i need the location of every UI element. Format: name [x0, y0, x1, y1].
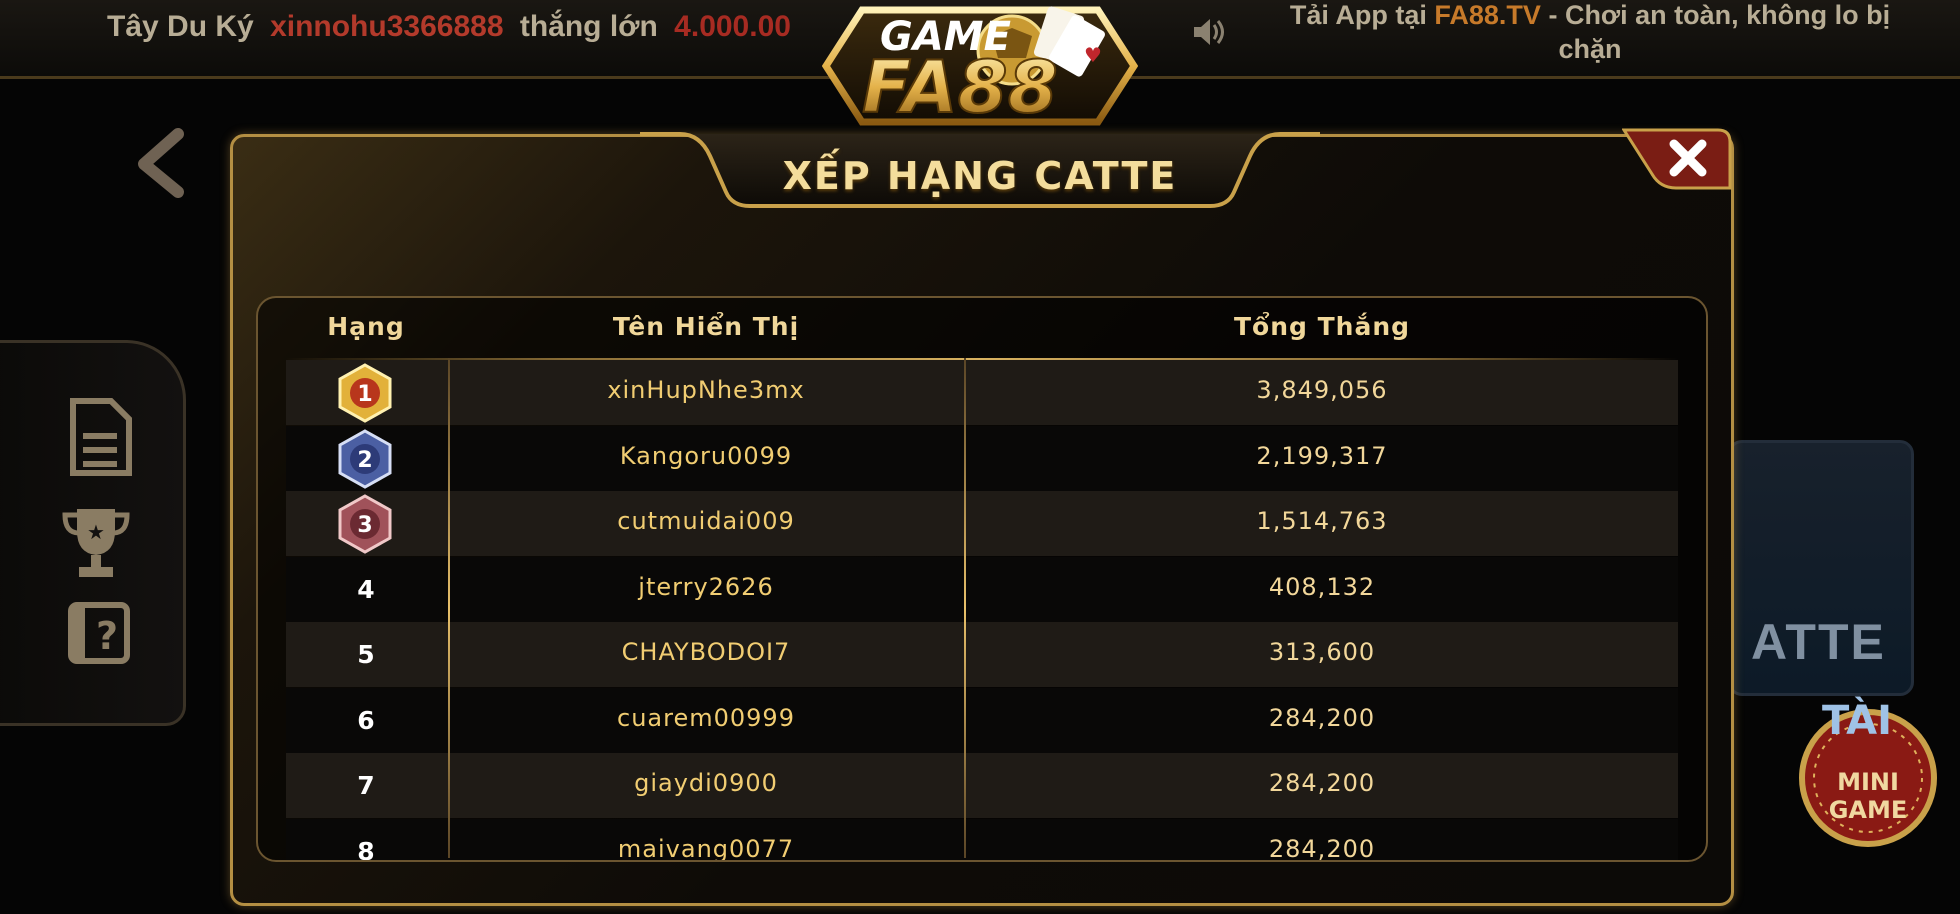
- table-row[interactable]: 6 cuarem00999 284,200: [286, 687, 1678, 753]
- win-ticker: Tây Du Ký xinnohu3366888 thắng lớn 4.000…: [0, 0, 800, 66]
- table-row[interactable]: 8 maivang0077 284,200: [286, 818, 1678, 862]
- promo-banner[interactable]: Tải App tại FA88.TV - Chơi an toàn, khôn…: [1270, 0, 1910, 66]
- silver-medal-icon: 2: [338, 428, 392, 489]
- promo-suffix: - Chơi an toàn, không lo bị chặn: [1548, 0, 1891, 64]
- medal-rank: 2: [357, 448, 372, 473]
- back-arrow-icon[interactable]: [134, 128, 190, 198]
- ticker-text: Tây Du Ký xinnohu3366888 thắng lớn 4.000…: [107, 10, 791, 44]
- column-divider: [448, 358, 450, 858]
- svg-text:♥: ♥: [1084, 43, 1102, 67]
- player-name: xinHupNhe3mx: [607, 376, 805, 404]
- rank-number: 4: [357, 574, 375, 604]
- player-name: Kangoru0099: [619, 441, 793, 470]
- promo-site: FA88.TV: [1434, 0, 1541, 30]
- total-wins: 313,600: [1268, 638, 1376, 666]
- table-row[interactable]: 7 giaydi0900 284,200: [286, 753, 1678, 818]
- svg-text:★: ★: [87, 520, 105, 544]
- header-rank: Hạng: [327, 312, 405, 341]
- side-menu: ★ ?: [0, 340, 186, 726]
- help-icon[interactable]: ?: [65, 597, 135, 677]
- column-divider: [964, 358, 966, 858]
- table-row[interactable]: 2 Kangoru0099 2,199,317: [286, 425, 1678, 491]
- total-wins: 1,514,763: [1256, 507, 1388, 535]
- total-wins: 2,199,317: [1256, 441, 1388, 470]
- promo-prefix: Tải App tại: [1289, 0, 1427, 30]
- speaker-icon[interactable]: [1188, 12, 1228, 52]
- modal-title: XẾP HẠNG CATTE: [782, 154, 1178, 198]
- trophy-icon[interactable]: ★: [61, 503, 131, 583]
- table-row[interactable]: 3 cutmuidai009 1,514,763: [286, 491, 1678, 556]
- rank-number: 7: [357, 771, 375, 800]
- svg-text:?: ?: [96, 614, 118, 658]
- table-row[interactable]: 5 CHAYBODOI7 313,600: [286, 622, 1678, 687]
- bronze-medal-icon: 3: [338, 494, 392, 554]
- mini-label: MINI: [1837, 768, 1899, 796]
- mini-tai-text: TÀI: [1822, 696, 1892, 744]
- leaderboard-table: Hạng Tên Hiển Thị Tổng Thắng 1 xinHupNhe3…: [256, 296, 1708, 862]
- player-name: cutmuidai009: [617, 507, 795, 535]
- gold-medal-icon: 1: [338, 363, 392, 423]
- medal-rank: 1: [357, 382, 372, 407]
- mini-game-button[interactable]: TÀI MINI GAME: [1782, 694, 1942, 854]
- fa88-logo: ♥ GAME FA88: [822, 6, 1138, 130]
- header-wins: Tổng Thắng: [1233, 312, 1411, 341]
- medal-rank: 3: [357, 513, 372, 538]
- logo-fa88-text: FA88: [862, 45, 1058, 129]
- rank-number: 5: [357, 640, 375, 669]
- game-label: GAME: [1829, 796, 1908, 824]
- player-name: CHAYBODOI7: [621, 638, 791, 666]
- total-wins: 284,200: [1268, 834, 1376, 862]
- player-name: maivang0077: [617, 834, 795, 862]
- catte-card-label: ATTE: [1751, 614, 1886, 670]
- table-row[interactable]: 1 xinHupNhe3mx 3,849,056: [286, 360, 1678, 425]
- ticker-amount: 4.000.00: [674, 10, 791, 43]
- table-row[interactable]: 4 jterry2626 408,132: [286, 556, 1678, 622]
- player-name: jterry2626: [638, 572, 774, 601]
- rank-number: 8: [357, 836, 375, 862]
- player-name: cuarem00999: [617, 703, 795, 732]
- table-header: Hạng Tên Hiển Thị Tổng Thắng: [258, 298, 1706, 358]
- ticker-action: thắng lớn: [519, 10, 658, 43]
- header-name: Tên Hiển Thị: [612, 312, 800, 341]
- rank-number: 6: [357, 705, 375, 735]
- document-icon[interactable]: [65, 397, 135, 477]
- player-name: giaydi0900: [634, 769, 778, 797]
- catte-game-card[interactable]: ATTE: [1728, 440, 1914, 696]
- total-wins: 284,200: [1268, 703, 1376, 732]
- total-wins: 408,132: [1268, 572, 1376, 601]
- ticker-game: Tây Du Ký: [107, 10, 254, 43]
- total-wins: 3,849,056: [1256, 376, 1388, 404]
- total-wins: 284,200: [1268, 769, 1376, 797]
- ticker-user: xinnohu3366888: [270, 10, 504, 43]
- close-icon[interactable]: [1622, 128, 1732, 192]
